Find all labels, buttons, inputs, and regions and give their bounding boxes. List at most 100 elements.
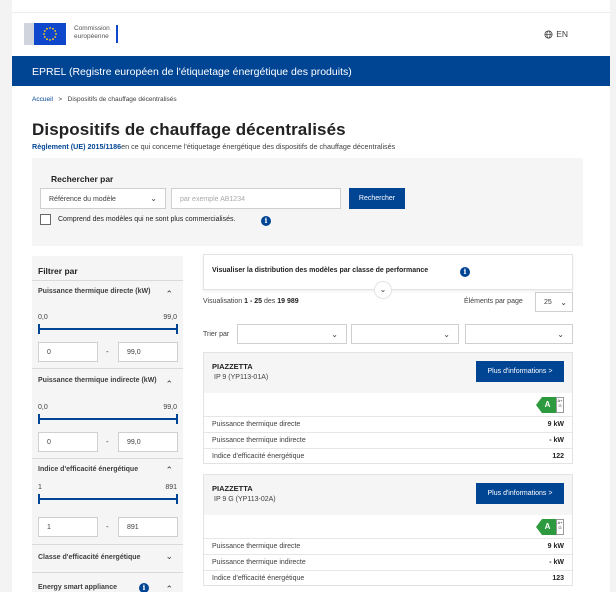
divider	[32, 544, 183, 545]
slider-max-handle[interactable]	[176, 324, 178, 334]
range-min-input[interactable]: 1	[38, 517, 98, 537]
divider	[32, 368, 183, 369]
range-max-input[interactable]: 99,0	[118, 342, 178, 362]
filter-title: Filtrer par	[38, 266, 78, 276]
logo-line1: Commission	[74, 25, 110, 32]
chevron-down-icon: ⌄	[331, 330, 338, 339]
breadcrumb-home[interactable]: Accueil	[32, 96, 53, 103]
spec-row: Indice d'efficacité énergétique 123	[204, 570, 572, 587]
more-info-button[interactable]: Plus d'informations >	[476, 361, 564, 382]
globe-icon	[544, 29, 553, 39]
energy-class: A	[536, 519, 556, 535]
page-subtitle: Règlement (UE) 2015/1186en ce qui concer…	[32, 142, 395, 151]
site-title[interactable]: EPREL (Registre européen de l'étiquetage…	[32, 66, 352, 78]
energy-label-badge[interactable]: A A+ G	[536, 397, 564, 413]
slider-min-handle[interactable]	[38, 494, 40, 504]
sort-select-2[interactable]: ⌄	[351, 324, 459, 344]
per-page-select[interactable]: 25 ⌄	[535, 292, 573, 312]
range-min-label: 1	[38, 484, 42, 491]
spec-label: Puissance thermique indirecte	[212, 437, 306, 444]
slider-max-handle[interactable]	[176, 414, 178, 424]
logo-divider	[116, 25, 118, 43]
language-selector[interactable]: EN	[544, 29, 568, 39]
divider	[32, 458, 183, 459]
range-min-input[interactable]: 0	[38, 342, 98, 362]
energy-class: A	[536, 397, 556, 413]
range-slider[interactable]	[38, 324, 178, 334]
slider-min-handle[interactable]	[38, 414, 40, 424]
range-min-input[interactable]: 0	[38, 432, 98, 452]
filter-indirect-power-title[interactable]: Puissance thermique indirecte (kW)	[38, 376, 163, 386]
range-slider[interactable]	[38, 414, 178, 424]
search-label: Rechercher par	[51, 174, 114, 184]
energy-scale-icon: A+ G	[556, 397, 564, 413]
spec-row: Indice d'efficacité énergétique 122	[204, 448, 572, 465]
breadcrumb: Accueil > Dispositifs de chauffage décen…	[32, 96, 177, 103]
site-header: Commission européenne EN	[12, 12, 610, 57]
spec-value: - kW	[549, 437, 564, 444]
subtitle-text: en ce qui concerne l'étiquetage énergéti…	[121, 142, 396, 151]
spec-label: Puissance thermique directe	[212, 421, 301, 428]
range-dash: -	[106, 347, 109, 356]
range-min-label: 0,0	[38, 404, 48, 411]
slider-min-handle[interactable]	[38, 324, 40, 334]
more-info-button[interactable]: Plus d'informations >	[476, 483, 564, 504]
filter-eei-title[interactable]: Indice d'efficacité énergétique	[38, 465, 163, 475]
divider	[32, 280, 183, 281]
per-page-label: Éléments par page	[464, 298, 523, 305]
ec-logo[interactable]: Commission européenne	[24, 19, 144, 51]
filter-sidebar: Filtrer par Puissance thermique directe …	[32, 256, 183, 592]
spec-label: Puissance thermique indirecte	[212, 559, 306, 566]
spec-label: Indice d'efficacité énergétique	[212, 453, 305, 460]
search-input[interactable]: par exemple AB1234	[171, 188, 341, 209]
spec-label: Puissance thermique directe	[212, 543, 301, 550]
logo-line2: européenne	[74, 33, 109, 40]
info-icon[interactable]: i	[261, 216, 271, 226]
range-max-input[interactable]: 891	[118, 517, 178, 537]
product-brand: PIAZZETTA	[212, 484, 253, 493]
chevron-up-icon[interactable]: ⌃	[165, 289, 173, 300]
spec-value: - kW	[549, 559, 564, 566]
product-card: PIAZZETTA IP 9 G (YP113-02A) Plus d'info…	[203, 474, 573, 586]
chevron-down-icon: ⌄	[443, 330, 450, 339]
distribution-panel[interactable]: Visualiser la distribution des modèles p…	[203, 254, 573, 299]
include-discontinued-checkbox[interactable]	[40, 214, 51, 225]
search-field-select[interactable]: Référence du modèle ⌄	[40, 188, 166, 209]
search-button[interactable]: Rechercher	[349, 188, 405, 209]
building-icon	[24, 23, 34, 45]
info-icon[interactable]: i	[139, 583, 149, 592]
energy-label-badge[interactable]: A A+ G	[536, 519, 564, 535]
sort-select-3[interactable]: ⌄	[465, 324, 573, 344]
range-slider[interactable]	[38, 494, 178, 504]
info-icon[interactable]: i	[460, 267, 470, 277]
chevron-down-icon: ⌄	[560, 298, 567, 307]
chevron-down-icon: ⌄	[150, 194, 157, 203]
chevron-down-icon: ⌄	[557, 330, 564, 339]
range-max-label: 891	[165, 484, 177, 491]
expand-toggle-button[interactable]: ⌄	[374, 281, 392, 299]
filter-direct-power-title[interactable]: Puissance thermique directe (kW)	[38, 287, 163, 297]
chevron-up-icon[interactable]: ⌃	[165, 379, 173, 390]
spec-row: Puissance thermique indirecte - kW	[204, 554, 572, 571]
slider-max-handle[interactable]	[176, 494, 178, 504]
main-content: Accueil > Dispositifs de chauffage décen…	[12, 86, 610, 592]
chevron-up-icon[interactable]: ⌃	[165, 584, 173, 592]
breadcrumb-current: Dispositifs de chauffage décentralisés	[67, 96, 177, 103]
results-prefix: Visualisation	[203, 298, 243, 305]
logo-text: Commission européenne	[74, 25, 110, 41]
chevron-down-icon[interactable]: ⌄	[165, 551, 173, 562]
sort-select-1[interactable]: ⌄	[237, 324, 347, 344]
range-max-label: 99,0	[163, 404, 177, 411]
filter-energy-class-title[interactable]: Classe d'efficacité énergétique	[38, 553, 163, 563]
range-max-input[interactable]: 99,0	[118, 432, 178, 452]
language-code: EN	[556, 29, 568, 39]
chevron-up-icon[interactable]: ⌃	[165, 465, 173, 476]
page-title: Dispositifs de chauffage décentralisés	[32, 120, 346, 139]
divider	[32, 572, 183, 573]
product-card: PIAZZETTA IP 9 (YP113-01A) Plus d'inform…	[203, 352, 573, 464]
spec-value: 123	[552, 575, 564, 582]
regulation-link[interactable]: Règlement (UE) 2015/1186	[32, 142, 121, 151]
distribution-label: Visualiser la distribution des modèles p…	[212, 267, 429, 274]
browser-page: Commission européenne EN EPREL (Registre…	[0, 0, 616, 592]
results-range: 1 - 25	[244, 298, 263, 305]
